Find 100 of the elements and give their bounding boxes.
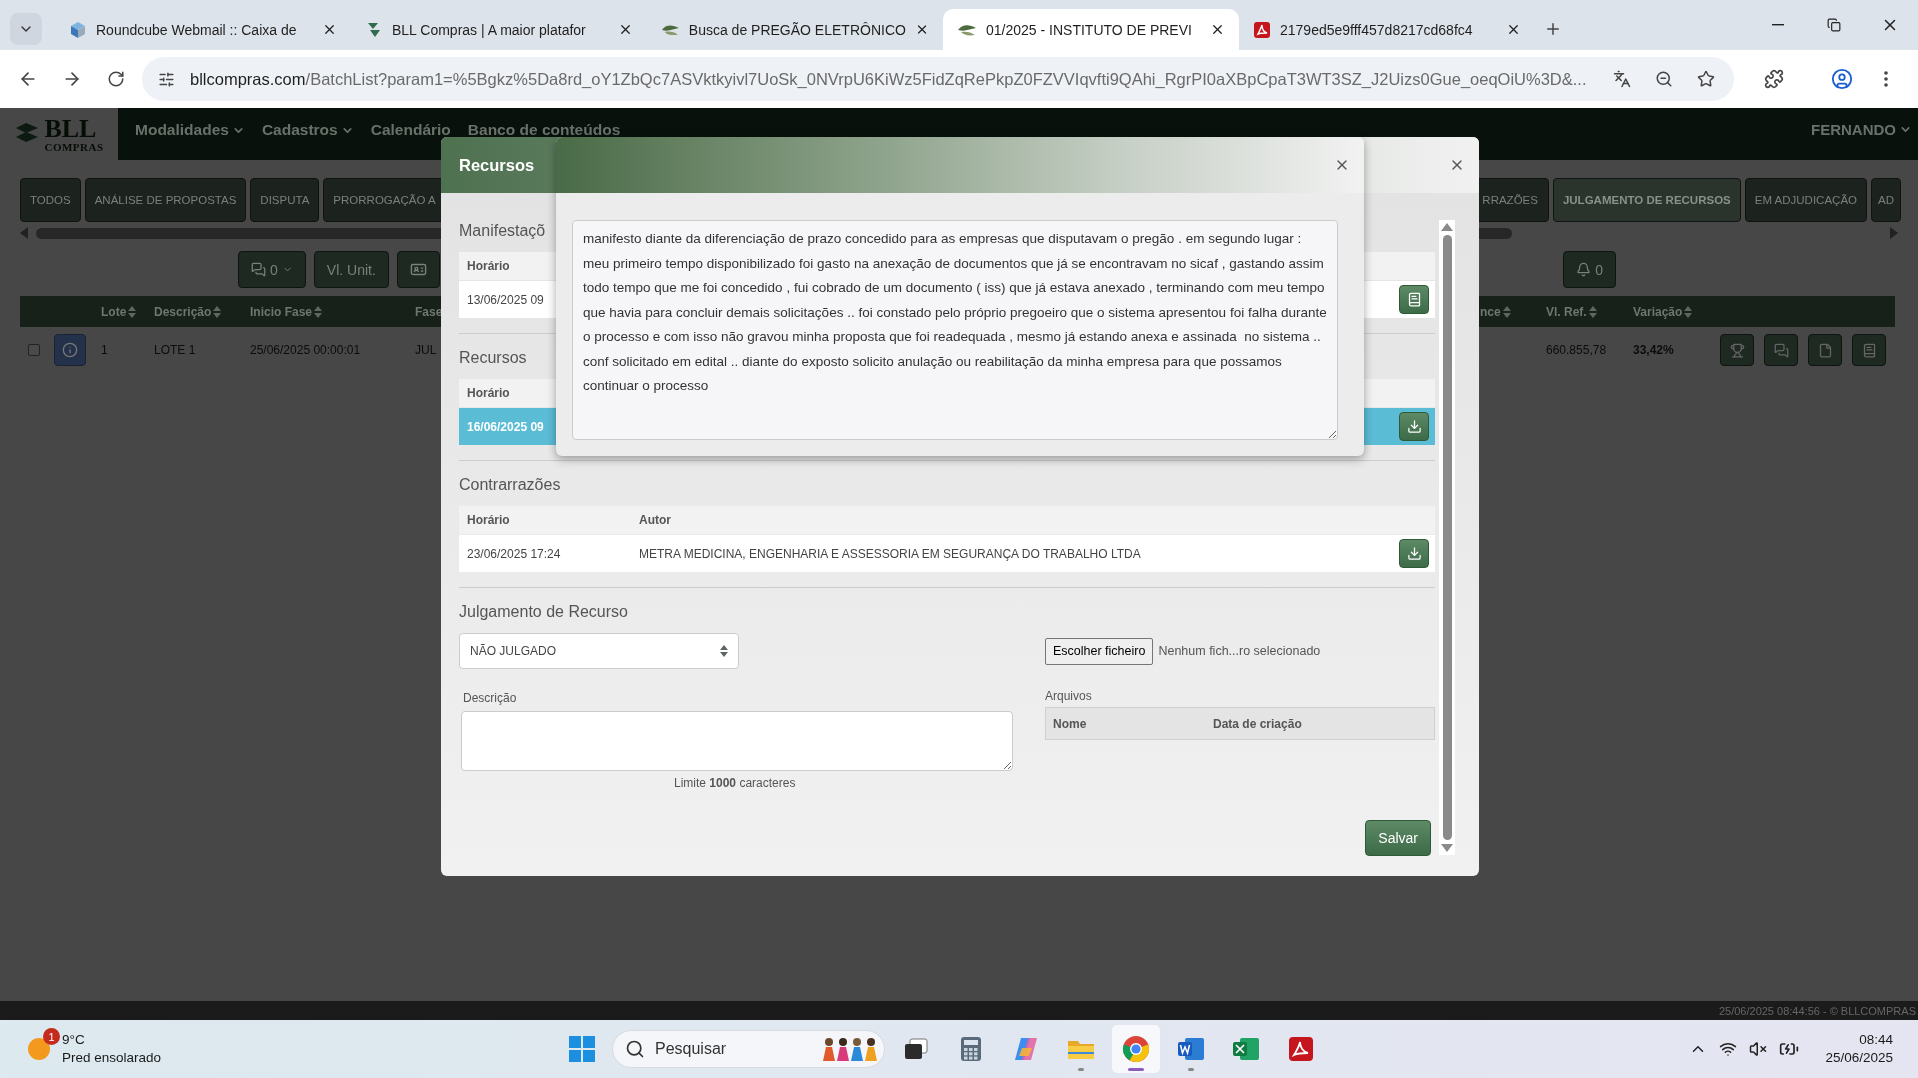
mute-icon[interactable] bbox=[1749, 1040, 1768, 1058]
menu-icon bbox=[1884, 71, 1888, 87]
plus-icon bbox=[1544, 20, 1562, 38]
column-header: Data de criação bbox=[1213, 716, 1302, 731]
browser-tab[interactable]: 2179ed5e9fff457d8217cd68fc4 bbox=[1239, 9, 1535, 50]
menu-item[interactable]: Calendário bbox=[370, 121, 451, 139]
chrome-icon bbox=[1122, 1035, 1150, 1063]
reload-icon bbox=[107, 70, 125, 88]
phase-tab[interactable]: ANÁLISE DE PROPOSTAS bbox=[84, 178, 247, 222]
field-label: Descrição bbox=[463, 691, 517, 705]
alerts-button[interactable]: 0 bbox=[1563, 251, 1616, 288]
windows-icon bbox=[568, 1035, 596, 1063]
file-button[interactable] bbox=[1808, 334, 1842, 366]
browser-tab[interactable]: Roundcube Webmail :: Caixa de bbox=[55, 9, 351, 50]
word-icon bbox=[1177, 1036, 1205, 1062]
column-header: Variação bbox=[1633, 304, 1693, 319]
user-icon bbox=[1831, 68, 1853, 90]
chat-icon bbox=[1773, 342, 1789, 358]
search-icon bbox=[625, 1039, 645, 1059]
browser-tab[interactable]: 01/2025 - INSTITUTO DE PREVI bbox=[943, 9, 1239, 50]
cube-icon bbox=[69, 20, 87, 39]
sort-icon bbox=[1588, 305, 1597, 318]
table-row[interactable]: 23/06/2025 17:24 METRA MEDICINA, ENGENHARIA E ASSESSORIA EM SEGURANÇA DO TRABALHO LTDA bbox=[459, 535, 1435, 572]
wifi-icon[interactable] bbox=[1719, 1040, 1738, 1058]
messages-button[interactable]: 0 bbox=[238, 251, 306, 288]
windows-stack-icon bbox=[903, 1037, 929, 1061]
phase-tab[interactable]: EM ADJUDICAÇÃO bbox=[1744, 178, 1867, 222]
pdf-icon bbox=[1288, 1036, 1314, 1062]
file-icon bbox=[1817, 342, 1833, 358]
star-icon bbox=[1697, 70, 1715, 88]
info-button[interactable] bbox=[54, 334, 86, 366]
trophy-icon bbox=[1729, 342, 1745, 358]
book-icon bbox=[1861, 342, 1877, 358]
sort-icon bbox=[314, 305, 323, 318]
limit-text: Limite 1000 caracteres bbox=[674, 776, 796, 790]
table-cell: METRA MEDICINA, ENGENHARIA E ASSESSORIA EM SEGURANÇA DO TRABALHO LTDA bbox=[639, 546, 1141, 561]
column-header: Nome bbox=[1053, 716, 1087, 731]
tab-search-button[interactable] bbox=[10, 13, 42, 45]
file-status: Nenhum fich...ro selecionado bbox=[1158, 644, 1321, 658]
close-icon[interactable] bbox=[618, 22, 633, 37]
footer-text: 25/06/2025 08:44:56 - © BLLCOMPRAS bbox=[0, 1001, 1918, 1020]
phase-tab[interactable]: DISPUTA bbox=[250, 178, 320, 222]
translate-icon bbox=[1613, 70, 1631, 88]
sort-icon bbox=[1684, 305, 1693, 318]
sort-icon bbox=[213, 305, 222, 318]
column-header: nce bbox=[1480, 304, 1511, 319]
sort-icon bbox=[720, 645, 728, 657]
column-header: Lote bbox=[101, 304, 137, 319]
bell-icon bbox=[1576, 262, 1592, 277]
table-cell: 25/06/2025 00:00:01 bbox=[250, 343, 361, 357]
notification-badge: 1 bbox=[43, 1028, 60, 1045]
column-header: Horário bbox=[467, 259, 510, 273]
phase-tab[interactable]: AD bbox=[1871, 178, 1901, 222]
user-menu[interactable]: FERNANDO bbox=[1811, 121, 1912, 138]
browser-tab[interactable]: Busca de PREGÃO ELETRÔNICO bbox=[647, 9, 943, 50]
search-field[interactable]: Pesquisar bbox=[612, 1030, 885, 1068]
download-button[interactable] bbox=[1399, 412, 1429, 441]
table-cell: 23/06/2025 17:24 bbox=[467, 546, 561, 561]
chat-icon bbox=[251, 262, 266, 277]
zoom-out-icon bbox=[1655, 70, 1673, 88]
phase-tab[interactable]: TODOS bbox=[20, 178, 81, 222]
book-button[interactable] bbox=[1852, 334, 1886, 366]
close-icon[interactable] bbox=[1210, 22, 1225, 37]
column-header: Descrição bbox=[154, 304, 222, 319]
excel-icon bbox=[1232, 1036, 1260, 1062]
close-icon[interactable] bbox=[1506, 22, 1521, 37]
id-card-button[interactable] bbox=[396, 251, 440, 288]
checkbox[interactable] bbox=[28, 344, 40, 356]
menu-item[interactable]: Cadastros bbox=[261, 121, 354, 139]
table-cell: 13/06/2025 09 bbox=[467, 292, 544, 307]
description-field[interactable] bbox=[461, 711, 1013, 771]
section-title: Recursos bbox=[459, 349, 527, 368]
chat-button[interactable] bbox=[1764, 334, 1798, 366]
save-button[interactable]: Salvar bbox=[1365, 820, 1431, 856]
column-header: Inicio Fase bbox=[250, 304, 323, 319]
column-header: Vl. Ref. bbox=[1546, 304, 1597, 319]
temperature: 9°C bbox=[62, 1031, 85, 1049]
sort-icon bbox=[1502, 305, 1511, 318]
status-select[interactable]: NÃO JULGADO bbox=[459, 633, 739, 669]
menu-item[interactable]: Banco de conteúdos bbox=[467, 121, 621, 139]
document-button[interactable] bbox=[1399, 285, 1429, 314]
choose-file-button[interactable]: Escolher ficheiro bbox=[1045, 637, 1154, 665]
download-icon bbox=[1406, 546, 1422, 561]
modal-title: Recursos bbox=[459, 155, 535, 175]
table-cell: 33,42% bbox=[1633, 343, 1674, 357]
table-cell: 16/06/2025 09 bbox=[467, 419, 544, 434]
unit-value-button[interactable]: Vl. Unit. bbox=[313, 251, 389, 288]
browser-tab[interactable]: BLL Compras | A maior platafor bbox=[351, 9, 647, 50]
clock[interactable]: 08:44 25/06/2025 bbox=[1825, 1030, 1893, 1068]
download-button[interactable] bbox=[1399, 539, 1429, 568]
close-icon[interactable] bbox=[322, 22, 337, 37]
minimize-icon bbox=[1772, 24, 1784, 26]
trophy-button[interactable] bbox=[1720, 334, 1754, 366]
id-card-icon bbox=[409, 261, 427, 278]
phase-tab[interactable]: JULGAMENTO DE RECURSOS bbox=[1552, 178, 1741, 222]
logo-subtitle: COMPRAS bbox=[44, 141, 104, 153]
menu-item[interactable]: Modalidades bbox=[135, 121, 245, 139]
puzzle-icon bbox=[1764, 69, 1784, 89]
message-field[interactable]: manifesto diante da diferenciação de prazo concedido para as empresas que disputavam o pregão . em segundo lugar : meu primeiro tempo disponibilizado foi gasto na anexação de documentos que já se encontravam no sicaf , gastando assim todo tempo que me foi concedido , fui cobrado de um documento ( iss) que já estava anexado , terminando com meu tempo que havia para concluir demais solicitações .. foi constado pelo próprio pregoeiro que o sistema apresentou foi falha durante o processo e com isso não gravou minha proposta que foi readequada , mesmo já estando anexa e assinada no sistema .. conf solicitado em edital .. diante do exposto solicito anulação ou reabilitação da minha empresa para que possamos continuar o processo bbox=[572, 220, 1338, 440]
arrows-icon bbox=[365, 20, 383, 39]
